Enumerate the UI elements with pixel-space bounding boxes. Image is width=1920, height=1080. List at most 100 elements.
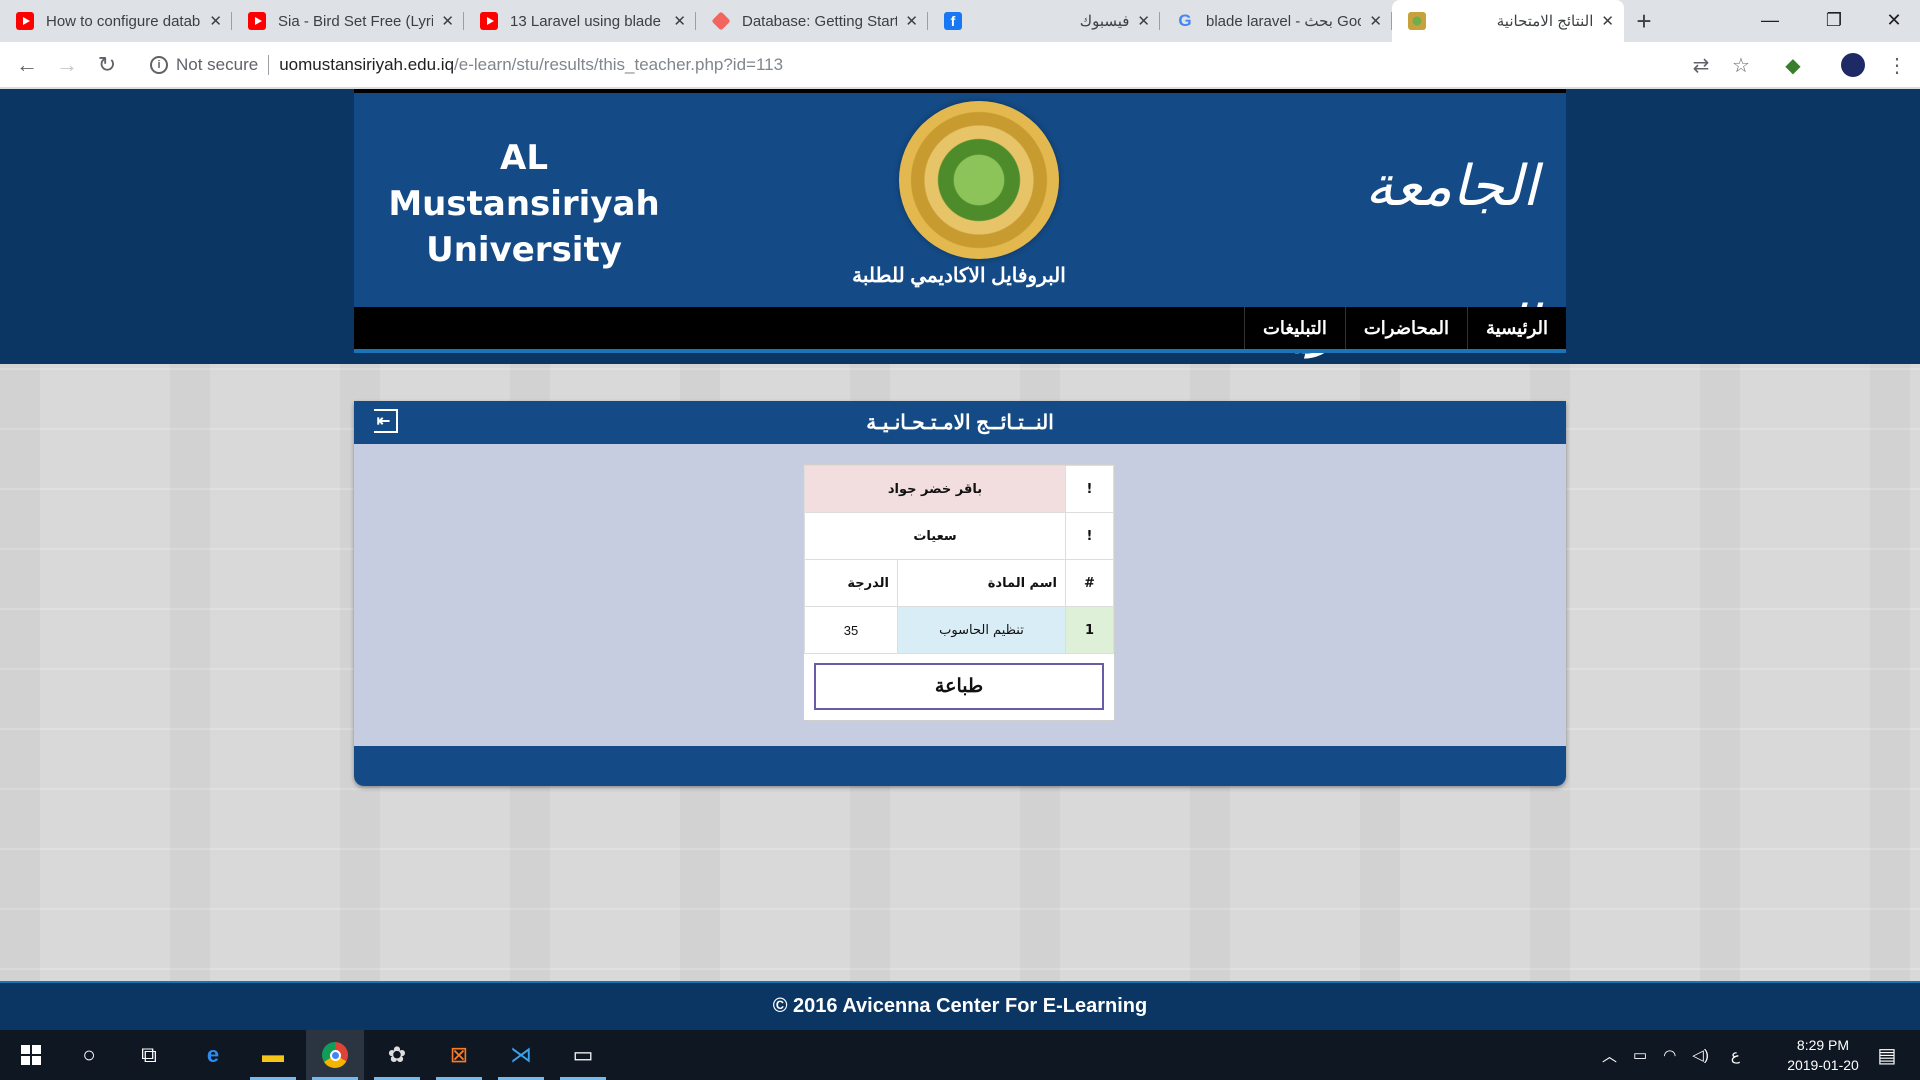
windows-icon [21, 1045, 41, 1065]
file-explorer-icon[interactable]: ▬ [244, 1030, 302, 1080]
results-card: ! باقر خضر جواد ! سعيات # اسم المادة الد… [803, 464, 1115, 721]
menu-icon[interactable]: ⋮ [1882, 50, 1912, 80]
nav-item-home[interactable]: الرئيسية [1467, 307, 1566, 349]
column-header-subject: اسم المادة [897, 559, 1066, 607]
tab-title: 13 Laravel using blade [510, 12, 661, 30]
university-name-line1: AL Mustansiriyah [388, 138, 660, 224]
row-index: 1 [1065, 606, 1114, 654]
close-icon[interactable]: ✕ [441, 12, 454, 30]
divider [268, 55, 270, 75]
nav-item-announcements[interactable]: التبليغات [1243, 307, 1345, 349]
address-bar: ← → ↻ i Not secure uomustansiriyah.edu.i… [0, 42, 1920, 88]
info-icon[interactable]: i [150, 56, 168, 74]
url-input[interactable]: i Not secure uomustansiriyah.edu.iq /e-l… [138, 48, 1698, 82]
maximize-button[interactable]: ❐ [1806, 0, 1862, 40]
university-seal-logo [899, 101, 1059, 259]
main-nav: الرئيسية المحاضرات التبليغات [354, 307, 1566, 353]
volume-icon[interactable]: ◁) [1692, 1046, 1709, 1064]
youtube-icon [480, 12, 498, 30]
url-path: /e-learn/stu/results/this_teacher.php?id… [454, 55, 784, 74]
results-table: ! باقر خضر جواد ! سعيات # اسم المادة الد… [804, 465, 1114, 654]
university-name-line2: University [426, 230, 622, 270]
window-close-button[interactable]: ✕ [1866, 0, 1920, 40]
google-icon: G [1178, 11, 1192, 30]
browser-tab[interactable]: f فيسبوك ✕ [928, 0, 1160, 42]
show-hidden-icons-icon[interactable]: ︿ [1602, 1045, 1617, 1066]
facebook-icon: f [944, 12, 962, 30]
youtube-icon [16, 12, 34, 30]
browser-tab[interactable]: Sia - Bird Set Free (Lyric ✕ [232, 0, 464, 42]
profile-avatar[interactable] [1838, 50, 1868, 80]
tab-title: Database: Getting Start [742, 12, 898, 30]
close-icon[interactable]: ✕ [1369, 12, 1382, 30]
task-view-icon[interactable]: ⧉ [120, 1030, 178, 1080]
close-icon[interactable]: ✕ [1137, 12, 1150, 30]
back-arrow-icon[interactable]: ← [12, 50, 42, 80]
tab-title: How to configure datab [46, 12, 201, 30]
panel-header: النــتـائــج الامـتـحـانـيـة ⇤ [354, 401, 1566, 444]
logout-icon[interactable]: ⇤ [374, 409, 398, 433]
browser-tab-active[interactable]: النتائج الامتحانية ✕ [1392, 0, 1624, 42]
tab-title: blade laravel - بحث Goo [1206, 13, 1362, 30]
bookmark-star-icon[interactable]: ☆ [1726, 50, 1756, 80]
taskbar: ○ ⧉ e ▬ ✿ ⊠ ⋊ ▭ ︿ ▭ ◠ ◁) ع 8:29 PM 2019-… [0, 1030, 1920, 1080]
extension-icon[interactable]: ◆ [1778, 50, 1808, 80]
row-marker: ! [1065, 512, 1114, 560]
close-icon[interactable]: ✕ [1601, 12, 1614, 30]
browser-tab-strip: How to configure datab ✕ Sia - Bird Set … [0, 0, 1920, 42]
laravel-icon [711, 11, 731, 31]
clock-time: 8:29 PM [1796, 1037, 1850, 1053]
row-marker: ! [1065, 465, 1114, 513]
table-header-row: # اسم المادة الدرجة [804, 559, 1114, 607]
youtube-icon [248, 12, 266, 30]
forward-arrow-icon[interactable]: → [52, 50, 82, 80]
table-row: ! باقر خضر جواد [804, 465, 1114, 513]
section-name: سعيات [804, 512, 1066, 560]
tray-area: ︿ ▭ ◠ ◁) ع [1602, 1030, 1740, 1080]
close-icon[interactable]: ✕ [673, 12, 686, 30]
browser-tab[interactable]: Database: Getting Start ✕ [696, 0, 928, 42]
tab-title: النتائج الامتحانية [1496, 13, 1594, 30]
translate-icon[interactable]: ⇄ [1686, 50, 1716, 80]
battery-icon[interactable]: ▭ [1633, 1046, 1647, 1064]
student-name: باقر خضر جواد [804, 465, 1066, 513]
tab-title: فيسبوك [1079, 13, 1130, 30]
input-language-indicator[interactable]: ع [1731, 1046, 1740, 1064]
university-calligraphy-logo: الجامعة المستنصرية [1264, 154, 1540, 359]
university-icon [1408, 12, 1426, 30]
paint-icon[interactable]: ✿ [368, 1030, 426, 1080]
column-header-grade: الدرجة [804, 559, 898, 607]
panel-title: النــتـائــج الامـتـحـانـيـة [866, 412, 1054, 434]
wifi-icon[interactable]: ◠ [1663, 1046, 1676, 1064]
security-label[interactable]: Not secure [176, 55, 258, 75]
browser-tab[interactable]: G blade laravel - بحث Goo ✕ [1160, 0, 1392, 42]
url-host: uomustansiriyah.edu.iq [279, 55, 455, 74]
print-button[interactable]: طباعة [814, 663, 1104, 710]
minimize-button[interactable]: — [1742, 0, 1798, 40]
nav-item-lectures[interactable]: المحاضرات [1344, 307, 1467, 349]
xampp-icon[interactable]: ⊠ [430, 1030, 488, 1080]
close-icon[interactable]: ✕ [905, 12, 918, 30]
chrome-logo [322, 1042, 348, 1068]
edge-icon[interactable]: e [184, 1030, 242, 1080]
close-icon[interactable]: ✕ [209, 12, 222, 30]
profile-title: البروفايل الاكاديمي للطلبة [852, 265, 1066, 287]
chrome-icon[interactable] [306, 1030, 364, 1080]
chrome-logo-center [329, 1049, 341, 1061]
reload-icon[interactable]: ↻ [92, 50, 122, 80]
search-circle-icon[interactable]: ○ [60, 1030, 118, 1080]
browser-tab[interactable]: How to configure datab ✕ [0, 0, 232, 42]
grade-value: 35 [804, 606, 898, 654]
system-clock[interactable]: 8:29 PM 2019-01-20 [1778, 1035, 1868, 1075]
vscode-icon[interactable]: ⋊ [492, 1030, 550, 1080]
browser-tab[interactable]: 13 Laravel using blade ✕ [464, 0, 696, 42]
notifications-icon[interactable]: ▤ [1858, 1030, 1916, 1080]
site-header: AL Mustansiriyah University البروفايل ال… [354, 89, 1566, 359]
table-row: 1 تنظيم الحاسوب 35 [804, 606, 1114, 654]
site-footer: © 2016 Avicenna Center For E-Learning [0, 981, 1920, 1030]
results-panel: النــتـائــج الامـتـحـانـيـة ⇤ ! باقر خض… [354, 401, 1566, 786]
panel-footer [354, 746, 1566, 786]
new-tab-button[interactable]: + [1624, 0, 1664, 42]
start-button[interactable] [2, 1030, 60, 1080]
terminal-icon[interactable]: ▭ [554, 1030, 612, 1080]
